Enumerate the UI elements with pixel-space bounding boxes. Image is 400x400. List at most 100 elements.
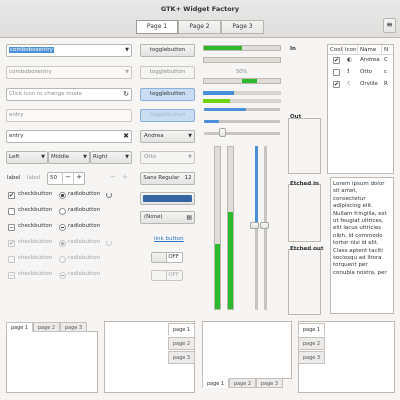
radio-button [59, 240, 66, 247]
notebook-tab[interactable]: page 2 [229, 378, 256, 388]
toggle-button-1[interactable]: togglebutton [140, 44, 195, 57]
radio-mixed-mark [61, 227, 64, 228]
scale-knob[interactable] [219, 128, 226, 137]
chevron-down-icon[interactable]: ▼ [125, 45, 129, 56]
level-bar-2 [203, 99, 281, 103]
vertical-progress-1 [214, 146, 221, 310]
vertical-fill [215, 244, 220, 309]
spin-minus-disabled: − [110, 173, 116, 181]
checkbox[interactable]: ✔ [8, 192, 15, 199]
toggle-button-3[interactable]: togglebutton [140, 88, 195, 101]
notebook-tab[interactable]: page 1 [168, 323, 195, 336]
checkbox-label: checkbutton [18, 239, 53, 245]
hamburger-menu-icon[interactable]: ≡ [383, 18, 396, 33]
tree-row-n: c [384, 69, 388, 75]
moon-icon: ◐ [347, 57, 352, 63]
text-view[interactable]: Lorem ipsum dolor sit amet, consectetur … [330, 177, 394, 314]
disabled-entry-text: entry [9, 112, 24, 118]
frame-etched-in-label: Etched in [290, 181, 319, 187]
tree-row-checkbox[interactable]: ✔ [333, 81, 340, 88]
spin-button[interactable]: 50 − + [47, 172, 85, 185]
refresh-icon[interactable]: ↻ [123, 89, 129, 100]
level-bar-1 [203, 91, 281, 95]
checkbox[interactable]: − [8, 224, 15, 231]
link-button[interactable]: link button [154, 236, 184, 243]
left-label: Left [9, 154, 20, 160]
combobox-entry-disabled: comboboxentry ▼ [6, 66, 132, 79]
file-chooser-button[interactable]: (None) ▤ [140, 211, 195, 224]
checkbox[interactable] [8, 208, 15, 215]
label-disabled: label [27, 175, 41, 181]
notebook-tab[interactable]: page 3 [298, 351, 325, 364]
radio-button[interactable] [59, 224, 66, 231]
tree-row-name: Otto [360, 69, 373, 75]
chevron-down-icon: ▼ [125, 154, 129, 160]
mode-entry[interactable]: Click icon to change mode ↻ [6, 88, 132, 101]
tree-row-checkbox[interactable]: ✔ [333, 57, 340, 64]
progress-fill [204, 46, 242, 50]
notebook-tab[interactable]: page 1 [6, 322, 33, 332]
clear-entry[interactable]: entry ✖ [6, 130, 132, 143]
label-enabled: label [7, 175, 21, 181]
combobox-entry[interactable]: comboboxentry ▼ [6, 44, 132, 57]
tree-row-n: R [384, 81, 388, 87]
chevron-down-icon: ▼ [83, 154, 87, 160]
column-header-name[interactable]: Name [358, 45, 382, 55]
progress-bar-2 [203, 57, 281, 63]
night-icon: ☾ [347, 81, 352, 87]
scale-3[interactable] [204, 132, 280, 135]
scale-1[interactable] [204, 108, 280, 111]
color-button[interactable] [140, 192, 195, 205]
spin-button-disabled: − + [95, 172, 132, 185]
radio-button[interactable] [59, 208, 66, 215]
vertical-fill [228, 211, 233, 309]
combobox-entry-disabled-text: comboboxentry [9, 69, 52, 75]
column-header-icon[interactable]: Icon [343, 45, 358, 55]
stack-switch-page-3[interactable]: Page 3 [221, 20, 264, 34]
right-combo-button[interactable]: Right ▼ [90, 151, 132, 164]
chevron-down-icon: ▼ [125, 69, 129, 75]
spin-plus-button[interactable]: + [73, 173, 84, 184]
vertical-progress-2 [227, 146, 234, 310]
scale-2[interactable] [204, 120, 280, 123]
frame-out-label: Out [290, 114, 302, 120]
scale-fill [204, 120, 220, 123]
stack-switch-page-1[interactable]: Page 1 [136, 20, 178, 34]
notebook-tab[interactable]: page 2 [33, 322, 60, 332]
column-header-n[interactable]: N [382, 45, 393, 55]
notebook-tab[interactable]: page 1 [202, 378, 229, 388]
frame-etched-in [288, 184, 321, 242]
middle-combo-button[interactable]: Middle ▼ [48, 151, 90, 164]
radio-button-label: radiobutton [68, 271, 101, 277]
disabled-entry: entry [6, 109, 132, 122]
notebook-tab[interactable]: page 2 [168, 337, 195, 350]
vertical-scale-knob[interactable] [250, 222, 259, 229]
font-button[interactable]: Sans Regular 12 [140, 172, 195, 185]
checkbox [8, 256, 15, 263]
notebook-tab[interactable]: page 3 [60, 322, 87, 332]
frame-in [288, 44, 321, 110]
person-combo-disabled-value: Otto [144, 154, 157, 160]
clear-icon[interactable]: ✖ [123, 131, 129, 142]
column-header-cool[interactable]: Cool [328, 45, 343, 55]
spin-minus-button[interactable]: − [62, 173, 73, 184]
checkbox-label: checkbutton [18, 191, 53, 197]
switch-off-disabled-label: OFF [168, 272, 179, 278]
notebook-tab[interactable]: page 3 [256, 378, 283, 388]
notebook-tab[interactable]: page 3 [168, 351, 195, 364]
person-combo[interactable]: Andrea ▼ [140, 130, 195, 143]
tree-row-checkbox[interactable] [333, 69, 340, 76]
font-size: 12 [184, 175, 192, 181]
radio-button-label: radiobutton [68, 239, 101, 245]
radio-button[interactable] [59, 192, 66, 199]
stack-switch-page-2[interactable]: Page 2 [178, 20, 221, 34]
person-combo-disabled: Otto ▼ [140, 151, 195, 164]
vertical-scale-knob[interactable] [260, 222, 269, 229]
checkbox-label: checkbutton [18, 271, 53, 277]
notebook-tab[interactable]: page 1 [298, 323, 325, 336]
scale-fill [204, 108, 246, 111]
notebook-tab[interactable]: page 2 [298, 337, 325, 350]
left-combo-button[interactable]: Left ▼ [6, 151, 48, 164]
tree-view[interactable]: Cool Icon Name N ✔ ◐ Andrea C! Otto c ✔ ☾ Orvill… [327, 44, 394, 174]
switch-off[interactable]: OFF [151, 252, 183, 263]
